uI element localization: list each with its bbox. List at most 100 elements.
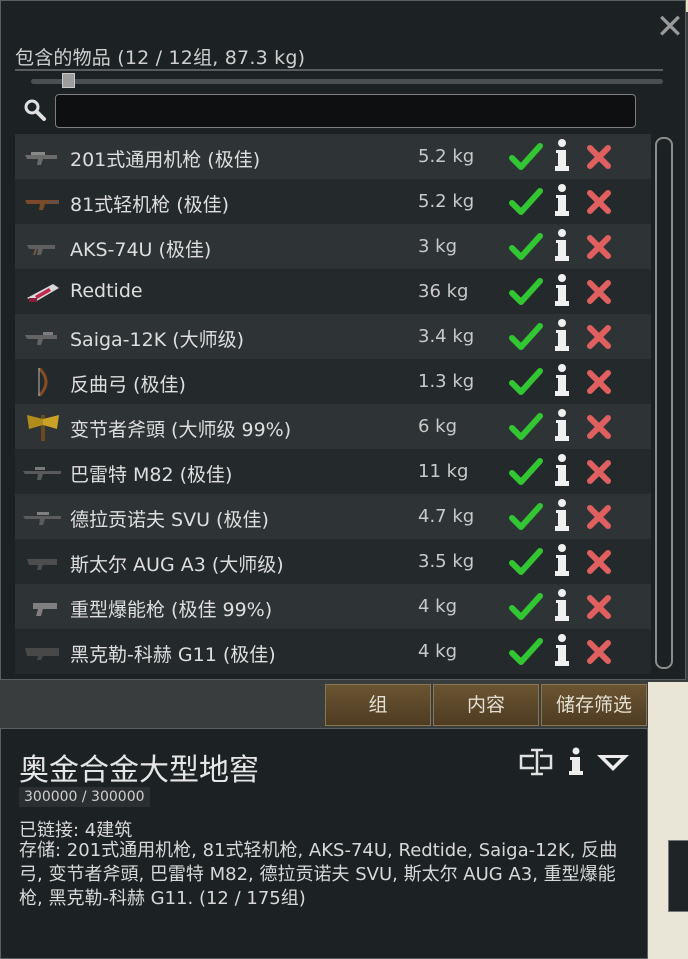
light-machine-gun-icon bbox=[25, 200, 59, 210]
item-name: 变节者斧頭 (大师级 99%) bbox=[70, 419, 292, 441]
item-row[interactable]: 反曲弓 (极佳) 1.3 kg bbox=[15, 359, 651, 404]
drop-x-icon[interactable] bbox=[585, 638, 613, 666]
item-mass: 4.7 kg bbox=[418, 506, 475, 527]
sniper-rifle-icon bbox=[23, 467, 61, 480]
drop-x-icon[interactable] bbox=[585, 323, 613, 351]
allow-check-icon[interactable] bbox=[509, 275, 543, 309]
filter-slider[interactable] bbox=[31, 79, 663, 84]
axe-icon bbox=[27, 415, 59, 441]
info-icon[interactable] bbox=[552, 183, 572, 219]
info-icon[interactable] bbox=[552, 408, 572, 444]
building-title: 奥金合金大型地窖 bbox=[19, 753, 259, 788]
item-name: AKS-74U (极佳) bbox=[70, 239, 212, 261]
blaster-pistol-icon bbox=[33, 603, 57, 616]
search-icon bbox=[24, 99, 46, 121]
shotgun-icon bbox=[25, 332, 57, 345]
item-row[interactable]: 变节者斧頭 (大师级 99%) 6 kg bbox=[15, 404, 651, 449]
item-row[interactable]: 重型爆能枪 (极佳 99%) 4 kg bbox=[15, 584, 651, 629]
allow-check-icon[interactable] bbox=[509, 455, 543, 489]
world-background-widget bbox=[668, 840, 688, 912]
item-row[interactable]: 81式轻机枪 (极佳) 5.2 kg bbox=[15, 179, 651, 224]
collapse-icon[interactable] bbox=[595, 747, 631, 777]
tab-contents[interactable]: 内容 bbox=[433, 684, 539, 726]
bow-icon bbox=[37, 368, 48, 396]
item-name: 黑克勒-科赫 G11 (极佳) bbox=[70, 644, 276, 666]
drop-x-icon[interactable] bbox=[585, 368, 613, 396]
allow-check-icon[interactable] bbox=[509, 140, 543, 174]
info-icon[interactable] bbox=[567, 747, 585, 777]
world-background-right bbox=[648, 682, 688, 959]
item-row[interactable]: 德拉贡诺夫 SVU (极佳) 4.7 kg bbox=[15, 494, 651, 539]
item-mass: 36 kg bbox=[418, 281, 469, 302]
close-icon[interactable]: ✕ bbox=[655, 10, 685, 44]
allow-check-icon[interactable] bbox=[509, 230, 543, 264]
info-icon[interactable] bbox=[552, 273, 572, 309]
tab-groups[interactable]: 组 bbox=[325, 684, 431, 726]
drop-x-icon[interactable] bbox=[585, 503, 613, 531]
item-mass: 3 kg bbox=[418, 236, 458, 257]
info-icon[interactable] bbox=[552, 633, 572, 669]
drop-x-icon[interactable] bbox=[585, 188, 613, 216]
item-mass: 4 kg bbox=[418, 641, 458, 662]
drop-x-icon[interactable] bbox=[585, 278, 613, 306]
item-mass: 11 kg bbox=[418, 461, 469, 482]
item-mass: 5.2 kg bbox=[418, 191, 475, 212]
carbine-icon bbox=[27, 245, 55, 255]
info-icon[interactable] bbox=[552, 498, 572, 534]
drop-x-icon[interactable] bbox=[585, 548, 613, 576]
item-row[interactable]: 201式通用机枪 (极佳) 5.2 kg bbox=[15, 134, 651, 179]
allow-check-icon[interactable] bbox=[509, 320, 543, 354]
assault-rifle-icon bbox=[27, 559, 57, 570]
search-input[interactable] bbox=[55, 94, 636, 128]
item-mass: 3.4 kg bbox=[418, 326, 475, 347]
item-name: 巴雷特 M82 (极佳) bbox=[70, 464, 233, 486]
info-icon[interactable] bbox=[552, 228, 572, 264]
drop-x-icon[interactable] bbox=[585, 233, 613, 261]
machine-gun-icon bbox=[25, 152, 57, 165]
contents-header: 包含的物品 (12 / 12组, 87.3 kg) bbox=[15, 47, 306, 69]
item-mass: 6 kg bbox=[418, 416, 458, 437]
item-name: 德拉贡诺夫 SVU (极佳) bbox=[70, 509, 269, 531]
item-row[interactable]: Saiga-12K (大师级) 3.4 kg bbox=[15, 314, 651, 359]
scrollbar-thumb[interactable] bbox=[655, 137, 673, 669]
item-row[interactable]: 巴雷特 M82 (极佳) 11 kg bbox=[15, 449, 651, 494]
drop-x-icon[interactable] bbox=[585, 143, 613, 171]
rename-icon[interactable] bbox=[519, 747, 555, 777]
info-icon[interactable] bbox=[552, 543, 572, 579]
caseless-rifle-icon bbox=[25, 648, 59, 660]
allow-check-icon[interactable] bbox=[509, 500, 543, 534]
info-icon[interactable] bbox=[552, 318, 572, 354]
item-name: Redtide bbox=[70, 280, 143, 302]
rifle-icon bbox=[23, 512, 61, 525]
item-name: 斯太尔 AUG A3 (大师级) bbox=[70, 554, 284, 576]
allow-check-icon[interactable] bbox=[509, 185, 543, 219]
allow-check-icon[interactable] bbox=[509, 365, 543, 399]
item-row[interactable]: 黑克勒-科赫 G11 (极佳) 4 kg bbox=[15, 629, 651, 674]
filter-slider-handle[interactable] bbox=[62, 73, 75, 88]
info-icon[interactable] bbox=[552, 588, 572, 624]
item-name: 201式通用机枪 (极佳) bbox=[70, 149, 261, 171]
info-icon[interactable] bbox=[552, 453, 572, 489]
info-icon[interactable] bbox=[552, 363, 572, 399]
item-name: 反曲弓 (极佳) bbox=[70, 374, 186, 396]
item-name: Saiga-12K (大师级) bbox=[70, 329, 245, 351]
tab-storage-filter[interactable]: 储存筛选 bbox=[541, 684, 647, 726]
item-list: 201式通用机枪 (极佳) 5.2 kg 81式轻机枪 (极佳) 5.2 kg AKS-… bbox=[15, 134, 651, 674]
allow-check-icon[interactable] bbox=[509, 410, 543, 444]
allow-check-icon[interactable] bbox=[509, 590, 543, 624]
drop-x-icon[interactable] bbox=[585, 413, 613, 441]
drop-x-icon[interactable] bbox=[585, 458, 613, 486]
item-mass: 3.5 kg bbox=[418, 551, 475, 572]
info-icon[interactable] bbox=[552, 138, 572, 174]
heavy-weapon-icon bbox=[27, 284, 59, 302]
drop-x-icon[interactable] bbox=[585, 593, 613, 621]
item-row[interactable]: AKS-74U (极佳) 3 kg bbox=[15, 224, 651, 269]
item-row[interactable]: 斯太尔 AUG A3 (大师级) 3.5 kg bbox=[15, 539, 651, 584]
storage-contents-panel: ✕ 包含的物品 (12 / 12组, 87.3 kg) 201式通用机枪 (极佳… bbox=[0, 0, 686, 680]
scrollbar[interactable] bbox=[655, 137, 673, 669]
allow-check-icon[interactable] bbox=[509, 545, 543, 579]
item-mass: 4 kg bbox=[418, 596, 458, 617]
allow-check-icon[interactable] bbox=[509, 635, 543, 669]
building-inspect-panel: 奥金合金大型地窖 300000 / 300000 已链接: 4建筑 存储: 20… bbox=[0, 728, 648, 959]
item-row[interactable]: Redtide 36 kg bbox=[15, 269, 651, 314]
